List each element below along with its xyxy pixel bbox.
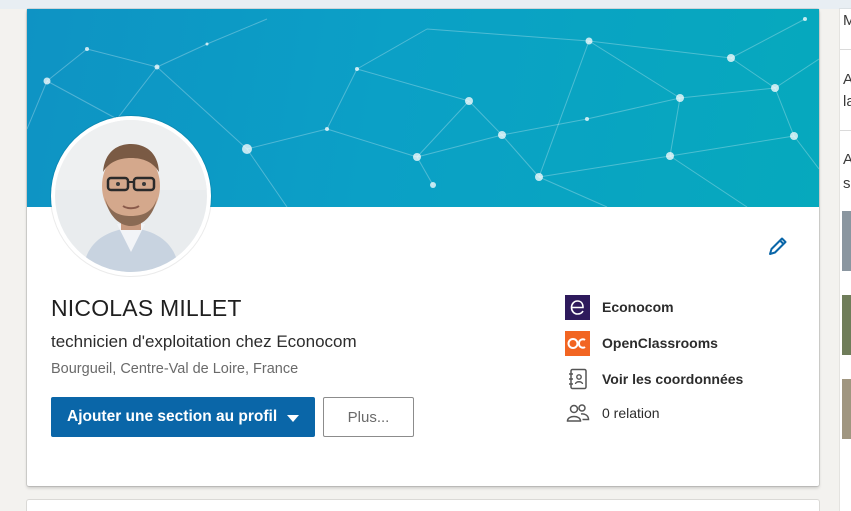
thumbnail-2[interactable]	[842, 295, 851, 355]
openclassrooms-logo	[565, 330, 590, 356]
right-text-5: s	[843, 175, 851, 192]
side-item-openclassrooms[interactable]: OpenClassrooms	[565, 330, 785, 356]
side-item-label: Econocom	[602, 299, 674, 315]
econocom-logo	[565, 294, 590, 320]
more-button[interactable]: Plus...	[323, 397, 414, 437]
pencil-icon	[769, 237, 787, 255]
right-text-3: la	[843, 93, 851, 110]
add-profile-section-label: Ajouter une section au profil	[67, 408, 278, 425]
edit-profile-button[interactable]	[765, 233, 791, 259]
contact-card-icon	[565, 367, 590, 392]
profile-photo[interactable]	[51, 116, 211, 276]
side-item-label: OpenClassrooms	[602, 335, 718, 351]
add-profile-section-button[interactable]: Ajouter une section au profil	[51, 397, 315, 437]
divider	[840, 49, 851, 50]
avatar-portrait	[55, 120, 207, 272]
divider	[840, 130, 851, 131]
top-strip	[0, 0, 851, 9]
side-item-label: 0 relation	[602, 405, 660, 421]
right-text-4: A	[843, 151, 851, 168]
right-text-2: A	[843, 71, 851, 88]
side-item-connections[interactable]: 0 relation	[565, 400, 785, 426]
right-sidebar: M A la A s	[840, 9, 851, 511]
profile-card: NICOLAS MILLET technicien d'exploitation…	[27, 9, 819, 486]
profile-headline: technicien d'exploitation chez Econocom	[51, 332, 357, 351]
next-card	[27, 500, 819, 511]
side-item-contact-info[interactable]: Voir les coordonnées	[565, 366, 785, 392]
side-item-label: Voir les coordonnées	[602, 371, 744, 387]
people-icon	[565, 401, 590, 426]
profile-name: NICOLAS MILLET	[51, 295, 242, 321]
thumbnail-3[interactable]	[842, 379, 851, 439]
thumbnail-1[interactable]	[842, 211, 851, 271]
profile-location: Bourgueil, Centre-Val de Loire, France	[51, 361, 299, 377]
caret-down-icon	[287, 415, 299, 422]
right-text-1: M	[843, 12, 851, 29]
side-item-econocom[interactable]: Econocom	[565, 294, 785, 320]
